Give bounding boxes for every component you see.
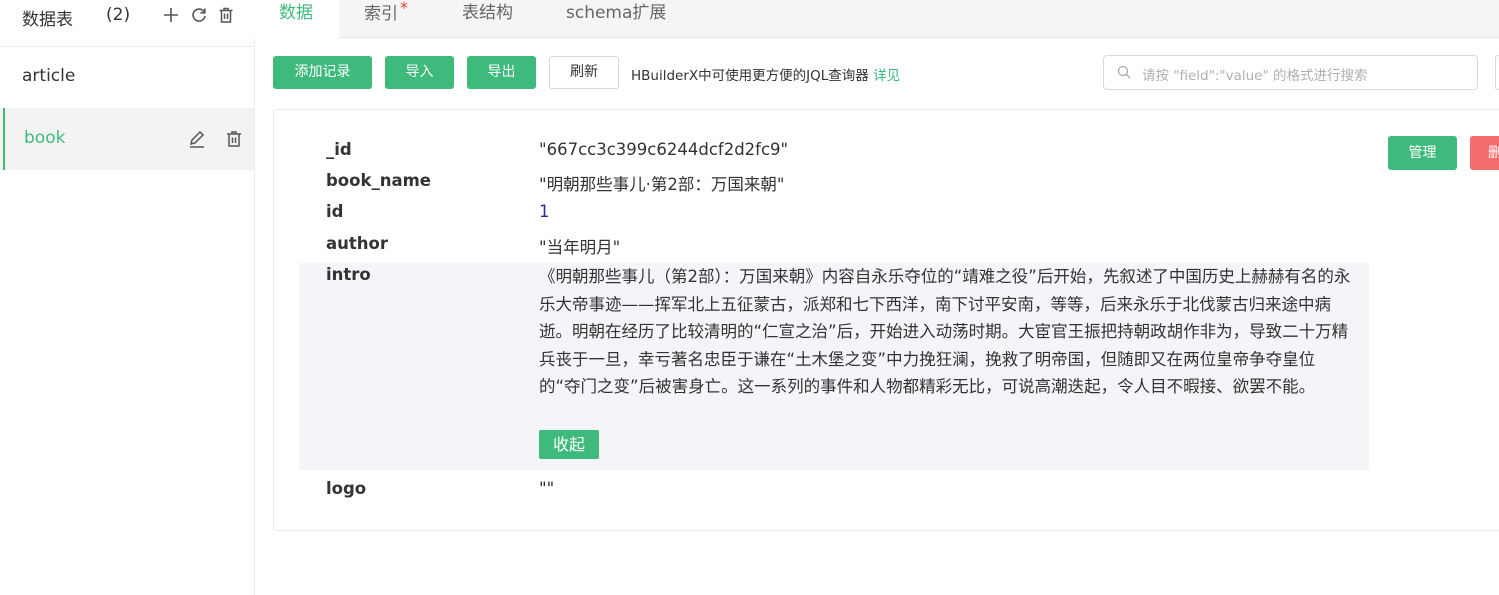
export-button[interactable]: 导出 [467,56,536,89]
field-value-logo: "" [539,479,555,498]
field-value-id: 1 [539,202,550,221]
search-placeholder: 请按 "field":"value" 的格式进行搜索 [1142,68,1368,84]
sidebar: 数据表 (2) article book [0,0,255,595]
field-value-book-name: "明朝那些事儿·第2部：万国来朝" [539,175,785,194]
tab-label: 索引 [364,4,398,24]
tab-label: 数据 [279,3,313,23]
sidebar-item-book[interactable]: book [0,108,254,170]
tab-label: schema扩展 [566,3,667,23]
tab-data[interactable]: 数据 [254,0,339,38]
tab-bar: 数据 索引 * 表结构 schema扩展 [254,0,1499,38]
tab-label: 表结构 [462,3,513,23]
trash-icon[interactable] [224,129,244,149]
field-key-intro: intro [326,265,371,284]
refresh-button[interactable]: 刷新 [549,56,619,89]
field-value-_id: "667cc3c399c6244dcf2d2fc9" [539,140,789,159]
tab-index[interactable]: 索引 * [364,0,408,37]
search-option-button[interactable] [1495,55,1499,90]
tab-schema-ext[interactable]: schema扩展 [566,0,666,37]
manage-button[interactable]: 管理 [1388,136,1457,170]
details-link[interactable]: 详见 [873,68,900,84]
field-key-author: author [326,234,388,253]
sidebar-header: 数据表 (2) [0,0,254,47]
jql-hint-text: HBuilderX中可使用更方便的JQL查询器 [631,68,869,84]
collection-count: (2) [106,5,131,25]
sidebar-item-label: book [24,128,66,148]
field-value-author: "当年明月" [539,238,621,257]
sidebar-item-article[interactable]: article [0,46,254,108]
import-button[interactable]: 导入 [385,56,454,89]
add-icon[interactable] [162,6,180,24]
search-icon [1117,65,1131,79]
collapse-button[interactable]: 收起 [539,430,599,459]
active-indicator [3,108,5,170]
field-key-book-name: book_name [326,171,431,190]
field-value-intro: 《明朝那些事儿（第2部）：万国来朝》内容自永乐夺位的“靖难之役”后开始，先叙述了… [539,267,1351,396]
edit-icon[interactable] [187,129,207,149]
refresh-icon[interactable] [190,6,208,24]
tab-schema[interactable]: 表结构 [462,0,513,37]
trash-icon[interactable] [217,6,235,24]
search-input[interactable]: 请按 "field":"value" 的格式进行搜索 [1103,55,1478,90]
field-key-_id: _id [326,140,352,159]
unsaved-star: * [400,0,408,17]
field-key-logo: logo [326,479,367,498]
add-record-button[interactable]: 添加记录 [273,56,372,89]
sidebar-title: 数据表 [22,10,73,30]
field-key-id: id [326,202,344,221]
sidebar-item-label: article [22,66,76,86]
jql-hint: HBuilderX中可使用更方便的JQL查询器 详见 [631,64,900,84]
delete-button[interactable]: 删除 [1470,136,1499,170]
